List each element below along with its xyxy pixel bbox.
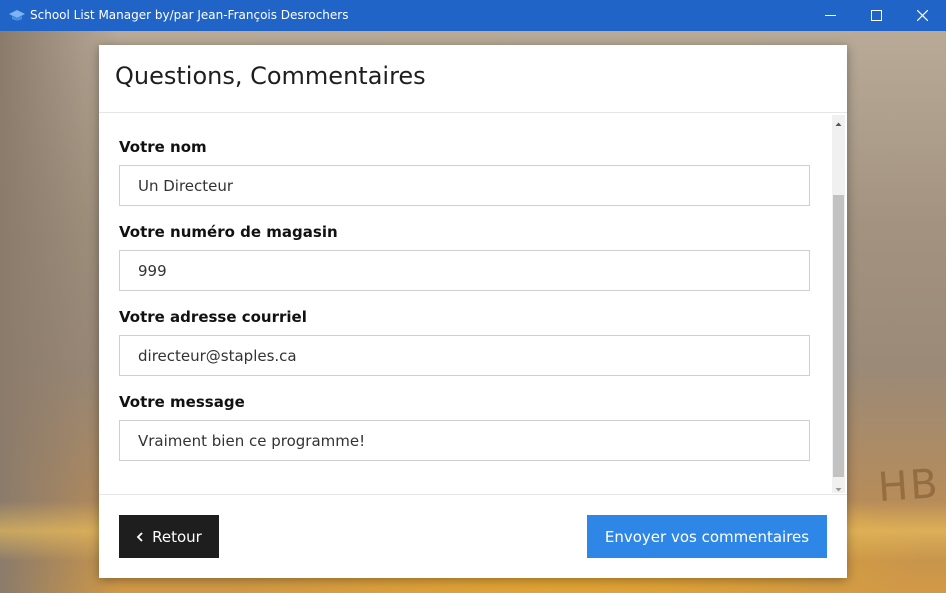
close-button[interactable] [899,0,945,31]
page-title: Questions, Commentaires [115,62,426,90]
dialog-footer: Retour Envoyer vos commentaires [99,494,847,579]
name-label: Votre nom [119,138,207,156]
send-button-label: Envoyer vos commentaires [604,527,810,546]
email-input[interactable]: directeur@staples.ca [119,335,810,376]
form-scrollbar[interactable] [832,115,845,493]
arrow-up-icon [835,122,842,126]
chevron-left-icon [136,528,144,546]
message-field-group: Votre message Vraiment bien ce programme… [119,393,810,477]
message-label: Votre message [119,393,245,411]
name-field-group: Votre nom Un Directeur [119,138,810,222]
store-number-label: Votre numéro de magasin [119,223,338,241]
pencil-text: HB [876,460,942,512]
scroll-up-button[interactable] [832,115,845,127]
email-field-group: Votre adresse courriel directeur@staples… [119,308,810,392]
maximize-button[interactable] [853,0,899,31]
send-feedback-button[interactable]: Envoyer vos commentaires [587,515,827,558]
email-label: Votre adresse courriel [119,308,307,326]
store-number-input[interactable]: 999 [119,250,810,291]
dialog-header: Questions, Commentaires [99,45,847,113]
back-button-label: Retour [152,527,202,546]
feedback-dialog: Questions, Commentaires Votre nom Un Dir… [99,45,847,578]
window-titlebar: School List Manager by/par Jean-François… [0,0,946,31]
close-icon [917,10,928,21]
maximize-icon [871,10,882,21]
graduation-cap-icon [9,8,25,22]
name-input[interactable]: Un Directeur [119,165,810,206]
scroll-thumb[interactable] [833,195,844,477]
scroll-down-button[interactable] [832,481,845,493]
minimize-icon [825,15,836,16]
message-input[interactable]: Vraiment bien ce programme! [119,420,810,461]
store-number-field-group: Votre numéro de magasin 999 [119,223,810,307]
feedback-form: Votre nom Un Directeur Votre numéro de m… [119,137,810,477]
minimize-button[interactable] [807,0,853,31]
window-title: School List Manager by/par Jean-François… [30,8,349,22]
back-button[interactable]: Retour [119,515,219,558]
